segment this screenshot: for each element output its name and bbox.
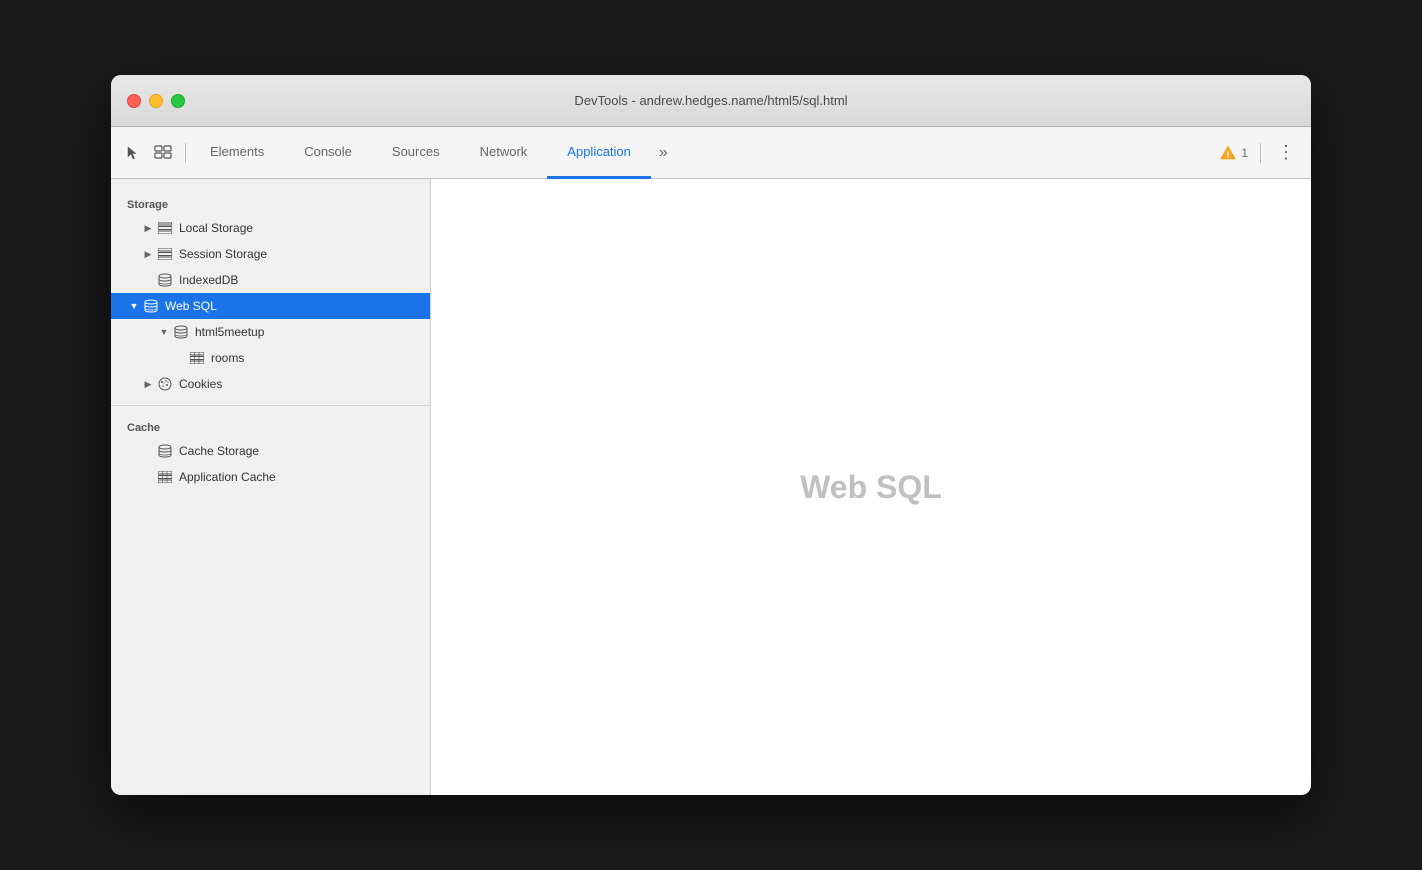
sidebar-item-cookies[interactable]: Cookies	[111, 371, 430, 397]
close-button[interactable]	[127, 94, 141, 108]
traffic-lights	[127, 94, 185, 108]
main-content: Storage Local Storage	[111, 179, 1311, 795]
sidebar-item-session-storage[interactable]: Session Storage	[111, 241, 430, 267]
svg-text:!: !	[1227, 150, 1230, 160]
menu-button[interactable]: ⋮	[1273, 142, 1299, 163]
application-cache-label: Application Cache	[179, 470, 276, 484]
toolbar-divider	[1260, 143, 1261, 163]
indexeddb-icon	[157, 272, 173, 288]
cursor-icon[interactable]	[123, 143, 143, 163]
session-storage-arrow	[141, 247, 155, 261]
tab-application[interactable]: Application	[547, 127, 651, 179]
local-storage-label: Local Storage	[179, 221, 253, 235]
minimize-button[interactable]	[149, 94, 163, 108]
panel-placeholder: Web SQL	[800, 469, 942, 506]
indexeddb-label: IndexedDB	[179, 273, 238, 287]
session-storage-label: Session Storage	[179, 247, 267, 261]
html5meetup-label: html5meetup	[195, 325, 264, 339]
titlebar: DevTools - andrew.hedges.name/html5/sql.…	[111, 75, 1311, 127]
main-panel: Web SQL	[431, 179, 1311, 795]
cache-storage-label: Cache Storage	[179, 444, 259, 458]
local-storage-arrow	[141, 221, 155, 235]
warning-badge[interactable]: ! 1	[1219, 144, 1248, 162]
rooms-label: rooms	[211, 351, 244, 365]
cache-storage-arrow	[141, 444, 155, 458]
html5meetup-arrow	[157, 325, 171, 339]
cookies-label: Cookies	[179, 377, 222, 391]
sidebar-item-rooms[interactable]: rooms	[111, 345, 430, 371]
rooms-arrow	[173, 351, 187, 365]
cookies-icon	[157, 376, 173, 392]
warning-count: 1	[1241, 146, 1248, 160]
sidebar-item-web-sql[interactable]: Web SQL	[111, 293, 430, 319]
toolbar-right: ! 1 ⋮	[1219, 142, 1299, 163]
sidebar: Storage Local Storage	[111, 179, 431, 795]
tab-sources[interactable]: Sources	[372, 127, 460, 179]
sidebar-item-html5meetup[interactable]: html5meetup	[111, 319, 430, 345]
tabs: Elements Console Sources Network Applica…	[190, 127, 1219, 179]
devtools-window: DevTools - andrew.hedges.name/html5/sql.…	[111, 75, 1311, 795]
sidebar-item-application-cache[interactable]: Application Cache	[111, 464, 430, 490]
cookies-arrow	[141, 377, 155, 391]
more-tabs-button[interactable]: »	[651, 127, 676, 179]
html5meetup-icon	[173, 324, 189, 340]
cache-storage-icon	[157, 443, 173, 459]
sidebar-item-local-storage[interactable]: Local Storage	[111, 215, 430, 241]
toolbar: Elements Console Sources Network Applica…	[111, 127, 1311, 179]
toolbar-icons	[123, 143, 186, 163]
storage-section-header: Storage	[111, 191, 430, 215]
web-sql-icon	[143, 298, 159, 314]
inspect-icon[interactable]	[153, 143, 173, 163]
sidebar-item-cache-storage[interactable]: Cache Storage	[111, 438, 430, 464]
sidebar-item-indexeddb[interactable]: IndexedDB	[111, 267, 430, 293]
web-sql-arrow	[127, 299, 141, 313]
session-storage-icon	[157, 246, 173, 262]
local-storage-icon	[157, 220, 173, 236]
cache-section-header: Cache	[111, 414, 430, 438]
rooms-icon	[189, 350, 205, 366]
tab-network[interactable]: Network	[460, 127, 548, 179]
web-sql-label: Web SQL	[165, 299, 217, 313]
application-cache-arrow	[141, 470, 155, 484]
application-cache-icon	[157, 469, 173, 485]
warning-icon: !	[1219, 144, 1237, 162]
maximize-button[interactable]	[171, 94, 185, 108]
sidebar-divider	[111, 405, 430, 406]
indexeddb-arrow	[141, 273, 155, 287]
tab-console[interactable]: Console	[284, 127, 372, 179]
window-title: DevTools - andrew.hedges.name/html5/sql.…	[574, 93, 847, 108]
tab-elements[interactable]: Elements	[190, 127, 284, 179]
